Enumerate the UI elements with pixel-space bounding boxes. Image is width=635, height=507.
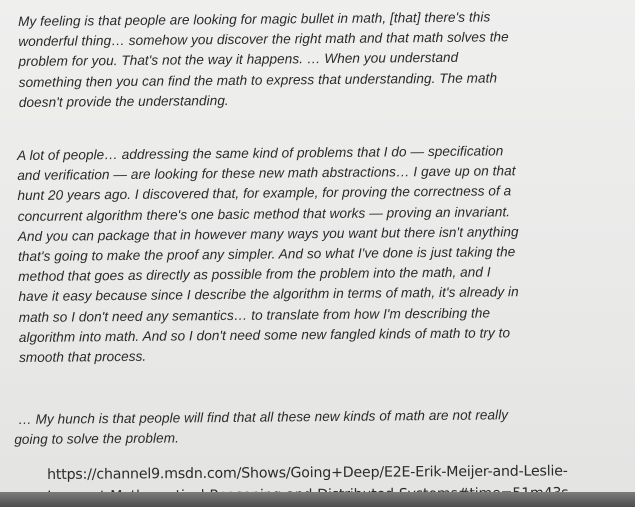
bottom-bar [0,492,635,507]
quote-paragraph-1: My feeling is that people are looking fo… [18,9,509,110]
quote-paragraph-3: … My hunch is that people will find that… [14,407,509,448]
quote-paragraph-2: A lot of people… addressing the same kin… [17,143,519,366]
slide: My feeling is that people are looking fo… [0,0,635,507]
